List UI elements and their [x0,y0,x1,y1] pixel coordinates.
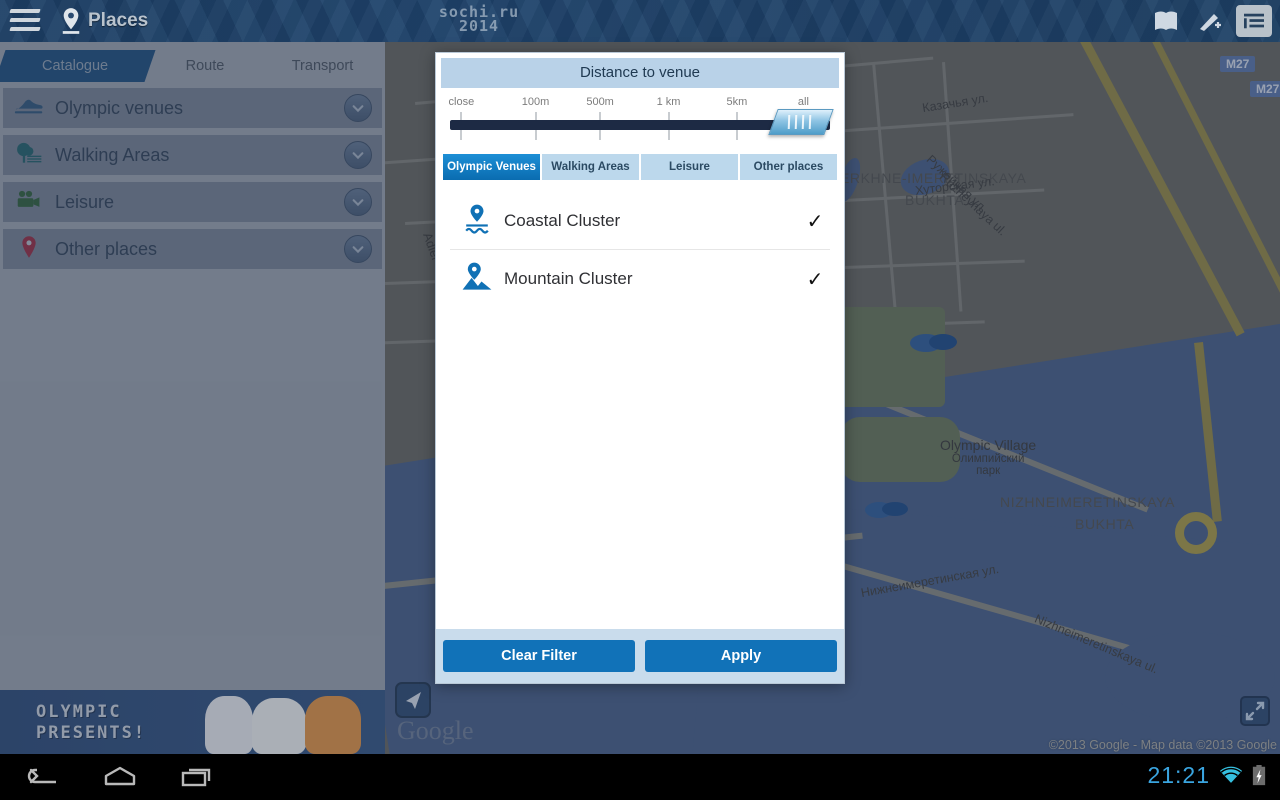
promo-dim-overlay [0,690,385,754]
checkmark-icon[interactable]: ✓ [800,209,830,233]
sidebar-dim-overlay [0,42,385,690]
map-highway [1077,42,1245,337]
list-item-label: Mountain Cluster [504,269,633,288]
map-poi-olympic-village: Olympic Village Олимпийский парк [940,437,1036,477]
map-park-area [835,307,945,407]
map-book-button[interactable] [1148,5,1184,37]
expand-arrows-icon [1245,701,1265,721]
android-navigation-bar: 21:21 [0,754,1280,800]
add-route-button[interactable] [1192,5,1228,37]
map-book-icon [1155,11,1177,30]
page-title: Places [88,10,149,31]
list-menu-button[interactable] [1236,5,1272,37]
tab-leisure[interactable]: Leisure [641,154,738,180]
apply-button[interactable]: Apply [645,640,837,672]
slider-tick-500m: 500m [586,96,614,108]
google-watermark: Google [397,716,474,745]
slider-tick-all: all [797,96,809,108]
cluster-list: Coastal Cluster ✓ Mountain Cluster ✓ [450,192,830,308]
list-item[interactable]: Coastal Cluster ✓ [450,192,830,250]
dialog-title: Distance to venue [441,58,839,88]
tab-walking-areas[interactable]: Walking Areas [542,154,639,180]
highway-shield: M27 [1220,56,1256,72]
map-area-label: NIZHNEIMERETINSKAYA [1000,494,1176,510]
map-pin-icon [60,7,82,39]
map-attribution: ©2013 Google - Map data ©2013 Google [1048,738,1277,752]
app-root: VERKHNE-IMERETINSKAYA BUKHTA NIZHNEIMERE… [0,0,1280,800]
status-area: 21:21 [1147,762,1266,789]
recent-apps-icon [181,768,211,787]
back-button[interactable] [22,762,62,792]
topbar-dim-overlay [0,0,1280,42]
logo-line-2: 2014 [458,17,500,35]
checkmark-icon[interactable]: ✓ [800,267,830,291]
sidebar-panel: Catalogue Route Transport Olympic venues [0,42,385,690]
clear-filter-button[interactable]: Clear Filter [443,640,635,672]
slider-tick-100m: 100m [521,96,550,108]
recents-button[interactable] [178,762,218,792]
map-area-label: BUKHTA [1075,516,1135,532]
list-menu-icon [1244,13,1264,29]
hamburger-icon[interactable] [9,9,41,33]
map-poi-name-en: Olympic Village [940,437,1037,453]
locate-me-button[interactable] [395,682,431,718]
map-street-label: Казачья ул. [921,90,990,116]
mountain-pin-icon [450,259,504,299]
slider-tick-5km: 5km [726,96,748,108]
tab-olympic-venues[interactable]: Olympic Venues [443,154,540,180]
list-item-label: Coastal Cluster [504,210,621,230]
dialog-footer: Clear Filter Apply [436,629,844,683]
fullscreen-button[interactable] [1240,696,1270,726]
locate-arrow-icon [406,692,421,709]
topbar-actions [1148,5,1272,37]
list-item[interactable]: Mountain Cluster ✓ [450,250,830,308]
highway-shield: M27 [1250,81,1280,97]
distance-slider[interactable]: close 100m 500m 1 km 5km all [448,96,834,148]
map-venue-icon [910,334,957,352]
sochi-2014-logo: sochi.ru 2014 [424,5,534,37]
slider-tick-labels: close 100m 500m 1 km 5km all [448,96,830,110]
top-app-bar: Places sochi.ru 2014 [0,0,1280,42]
home-button[interactable] [100,762,140,792]
promo-banner[interactable]: OLYMPIC PRESENTS! [0,690,385,754]
home-icon [104,766,136,786]
map-roundabout [1175,512,1217,554]
slider-tick-close: close [448,96,475,108]
back-arrow-icon [27,768,56,784]
wifi-icon[interactable] [1219,766,1243,785]
map-poi-name-ru2: парк [976,465,1001,477]
battery-charging-icon[interactable] [1252,765,1266,786]
slider-tick-1km: 1 km [656,96,681,108]
add-route-icon [1200,14,1221,31]
slider-thumb[interactable] [768,109,834,135]
tab-other-places[interactable]: Other places [740,154,837,180]
status-clock[interactable]: 21:21 [1147,762,1210,789]
coastal-pin-icon [450,201,504,241]
map-venue-icon [865,502,908,518]
distance-filter-dialog: Distance to venue close 100m 500m 1 km 5… [435,52,845,684]
nav-buttons [22,762,218,792]
category-segmented-tabs: Olympic Venues Walking Areas Leisure Oth… [443,154,837,180]
map-poi-name-ru: Олимпийский [951,453,1025,465]
